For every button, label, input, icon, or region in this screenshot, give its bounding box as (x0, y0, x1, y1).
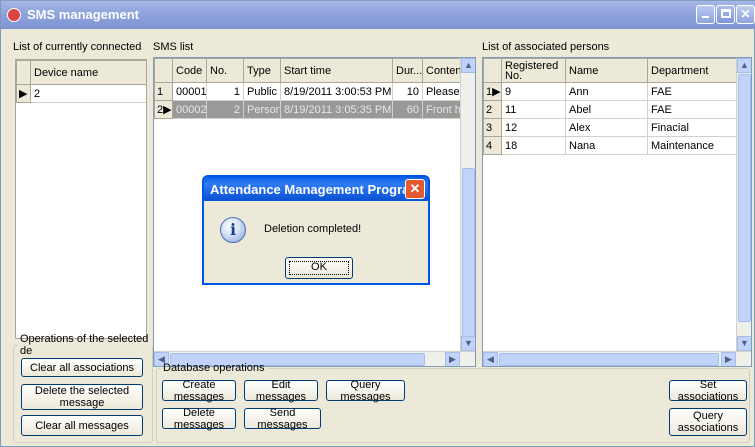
delete-selected-message-button[interactable]: Delete the selected message (21, 384, 143, 410)
clear-associations-button[interactable]: Clear all associations (21, 358, 143, 377)
name-cell[interactable]: Ann (565, 82, 648, 101)
type-cell[interactable]: Public (243, 82, 281, 101)
row-selector-icon: ▶ (492, 86, 501, 98)
window-title: SMS management (27, 7, 139, 22)
ok-button[interactable]: OK (285, 257, 353, 279)
persons-vertical-scrollbar[interactable]: ▲ ▼ (736, 58, 751, 351)
scroll-down-icon[interactable]: ▼ (461, 336, 475, 351)
row-number: 2 (483, 100, 502, 119)
col-content[interactable]: Content (422, 58, 463, 83)
department-cell[interactable]: FAE (647, 82, 739, 101)
registered-no-cell[interactable]: 11 (501, 100, 566, 119)
type-cell[interactable]: Person (243, 100, 281, 119)
col-department[interactable]: Department (647, 58, 739, 83)
clear-all-messages-button[interactable]: Clear all messages (21, 415, 143, 436)
content-cell[interactable]: Please c (422, 82, 463, 101)
col-registered-no[interactable]: Registered No. (501, 58, 566, 83)
device-row[interactable]: ▶ 2 (16, 84, 146, 103)
department-cell[interactable]: FAE (647, 100, 739, 119)
database-operations-group: Database operations (156, 362, 750, 443)
query-messages-button[interactable]: Query messages (326, 379, 405, 403)
send-messages-button[interactable]: Send messages (244, 407, 321, 431)
maximize-button[interactable] (716, 5, 735, 24)
duration-cell[interactable]: 10 (392, 82, 423, 101)
delete-messages-button[interactable]: Delete messages (162, 407, 236, 431)
query-associations-button[interactable]: Query associations (669, 408, 747, 436)
col-code[interactable]: Code (172, 58, 207, 83)
device-operations-legend: Operations of the selected de (20, 333, 149, 357)
dialog-title: Attendance Management Program (210, 182, 421, 197)
department-cell[interactable]: Maintenance (647, 136, 739, 155)
set-associations-button[interactable]: Set associations (669, 379, 747, 403)
col-start-time[interactable]: Start time (280, 58, 393, 83)
sms-row[interactable]: 1 00001 1 Public 8/19/2011 3:00:53 PM 10… (154, 82, 463, 101)
dialog-title-bar[interactable]: Attendance Management Program ✕ (204, 177, 428, 201)
department-cell[interactable]: Finacial (647, 118, 739, 137)
device-list[interactable]: Device name ▶ 2 (15, 59, 147, 339)
name-cell[interactable]: Alex (565, 118, 648, 137)
scroll-up-icon[interactable]: ▲ (737, 58, 751, 73)
dialog-message: Deletion completed! (264, 223, 362, 235)
no-cell[interactable]: 2 (206, 100, 244, 119)
minimize-button[interactable] (696, 5, 715, 24)
person-row[interactable]: 1▶ 9 Ann FAE (483, 82, 739, 101)
persons-label: List of associated persons (482, 41, 610, 53)
device-name-cell[interactable]: 2 (30, 84, 146, 103)
sms-row-selected[interactable]: 2▶ 00002 2 Person 8/19/2011 3:05:35 PM 6… (154, 100, 463, 119)
persons-grid[interactable]: Registered No. Name Department 1▶ 9 Ann … (482, 57, 752, 367)
col-type[interactable]: Type (243, 58, 281, 83)
registered-no-cell[interactable]: 12 (501, 118, 566, 137)
person-row[interactable]: 2 11 Abel FAE (483, 100, 739, 119)
row-number: 1 (157, 85, 164, 98)
close-icon: ✕ (409, 181, 421, 196)
close-icon: ✕ (740, 7, 751, 21)
content-cell[interactable]: Front ha (422, 100, 463, 119)
info-icon: i (220, 217, 246, 243)
device-name-header[interactable]: Device name (30, 60, 146, 85)
row-number: 4 (483, 136, 502, 155)
code-cell[interactable]: 00001 (172, 82, 207, 101)
start-time-cell[interactable]: 8/19/2011 3:05:35 PM (280, 100, 393, 119)
sms-management-window: SMS management ✕ List of currently conne… (0, 0, 755, 447)
message-dialog: Attendance Management Program ✕ i Deleti… (202, 175, 430, 285)
app-icon (7, 8, 21, 22)
col-duration[interactable]: Dur... (392, 58, 423, 83)
person-row[interactable]: 4 18 Nana Maintenance (483, 136, 739, 155)
maximize-icon (720, 9, 731, 18)
scroll-down-icon[interactable]: ▼ (737, 336, 751, 351)
title-bar[interactable]: SMS management ✕ (1, 1, 755, 29)
sms-vertical-scrollbar[interactable]: ▲ ▼ (460, 58, 475, 351)
person-row[interactable]: 3 12 Alex Finacial (483, 118, 739, 137)
sms-list-label: SMS list (153, 41, 194, 53)
col-no[interactable]: No. (206, 58, 244, 83)
dialog-close-button[interactable]: ✕ (405, 179, 425, 199)
minimize-icon (702, 16, 709, 18)
name-cell[interactable]: Abel (565, 100, 648, 119)
no-cell[interactable]: 1 (206, 82, 244, 101)
devices-label: List of currently connected d (13, 41, 141, 53)
scroll-thumb[interactable] (738, 74, 751, 322)
registered-no-cell[interactable]: 9 (501, 82, 566, 101)
close-button[interactable]: ✕ (736, 5, 755, 24)
create-messages-button[interactable]: Create messages (162, 379, 236, 403)
row-selector-icon: ▶ (163, 104, 172, 116)
start-time-cell[interactable]: 8/19/2011 3:00:53 PM (280, 82, 393, 101)
database-operations-legend: Database operations (163, 362, 265, 374)
scroll-up-icon[interactable]: ▲ (461, 58, 475, 73)
scroll-thumb[interactable] (462, 168, 475, 338)
edit-messages-button[interactable]: Edit messages (244, 379, 318, 403)
name-cell[interactable]: Nana (565, 136, 648, 155)
col-name[interactable]: Name (565, 58, 648, 83)
row-number: 3 (483, 118, 502, 137)
duration-cell[interactable]: 60 (392, 100, 423, 119)
code-cell[interactable]: 00002 (172, 100, 207, 119)
row-selector-icon: ▶ (16, 84, 31, 103)
registered-no-cell[interactable]: 18 (501, 136, 566, 155)
